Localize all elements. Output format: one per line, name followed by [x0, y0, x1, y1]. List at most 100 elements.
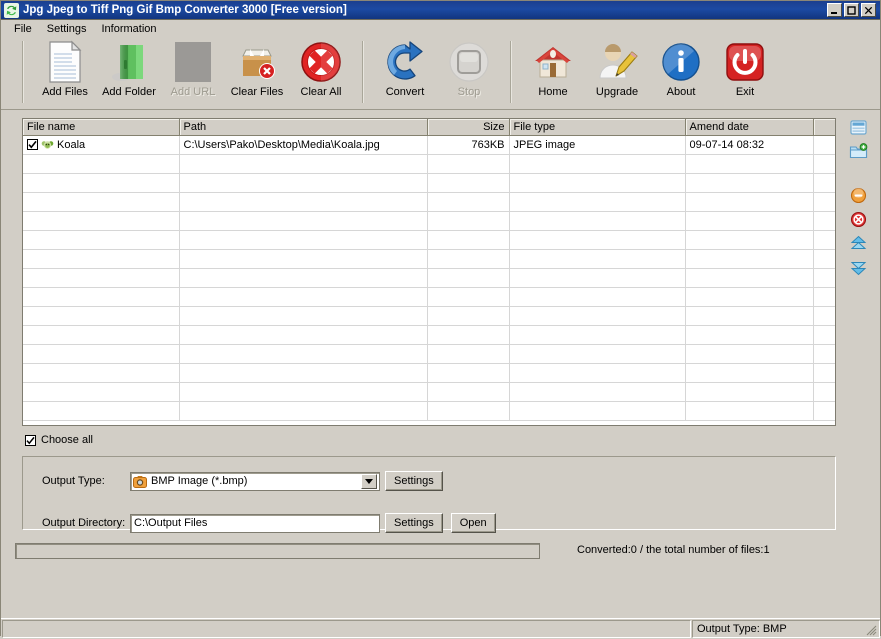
- maximize-icon[interactable]: [844, 3, 859, 17]
- toolbar-separator: [22, 41, 24, 103]
- output-type-row: Output Type: BMP Image (*.bmp) Settings: [42, 471, 443, 491]
- table-row: [23, 325, 835, 345]
- output-directory-row: Output Directory: C:\Output Files Settin…: [42, 513, 496, 533]
- column-header-size[interactable]: Size: [427, 119, 510, 136]
- choose-all-label: Choose all: [41, 434, 93, 446]
- window-list-icon[interactable]: [849, 118, 868, 137]
- cell-path: C:\Users\Pako\Desktop\Media\Koala.jpg: [179, 135, 428, 155]
- stop-button: Stop: [437, 39, 501, 98]
- choose-all-checkbox[interactable]: [25, 434, 36, 446]
- output-settings-panel: Output Type: BMP Image (*.bmp) Settings …: [22, 456, 836, 533]
- cell-spacer: [813, 135, 835, 155]
- cell-amend-date: 09-07-14 08:32: [685, 135, 814, 155]
- url-globe-icon: [173, 39, 213, 85]
- move-down-icon[interactable]: [849, 258, 868, 277]
- toolbar-separator: [510, 41, 512, 103]
- power-icon: [724, 39, 766, 85]
- close-icon[interactable]: [861, 3, 876, 17]
- convert-label: Convert: [385, 86, 425, 98]
- upgrade-button[interactable]: Upgrade: [585, 39, 649, 98]
- green-folder-icon: [108, 39, 150, 85]
- window-title: Jpg Jpeg to Tiff Png Gif Bmp Converter 3…: [23, 4, 347, 16]
- upgrade-label: Upgrade: [595, 86, 639, 98]
- minimize-icon[interactable]: [827, 3, 842, 17]
- info-circle-icon: [660, 39, 702, 85]
- output-type-value: BMP Image (*.bmp): [151, 475, 248, 487]
- exit-button[interactable]: Exit: [713, 39, 777, 98]
- file-list[interactable]: File name Path Size File type Amend date: [22, 118, 836, 426]
- main-content: File name Path Size File type Amend date: [1, 110, 880, 639]
- add-url-label: Add URL: [170, 86, 216, 98]
- exit-label: Exit: [735, 86, 755, 98]
- box-remove-icon: [236, 39, 278, 85]
- table-header-row: File name Path Size File type Amend date: [23, 119, 835, 136]
- choose-all-row[interactable]: Choose all: [25, 434, 93, 446]
- about-button[interactable]: About: [649, 39, 713, 98]
- add-files-button[interactable]: Add Files: [33, 39, 97, 98]
- table-row: [23, 306, 835, 326]
- cell-size: 763KB: [427, 135, 510, 155]
- table-row: [23, 382, 835, 402]
- conversion-progress-bar: [15, 543, 540, 559]
- column-header-spacer: [813, 119, 835, 136]
- column-header-path[interactable]: Path: [179, 119, 428, 136]
- orange-minus-icon[interactable]: [849, 186, 868, 205]
- toolbar: Add Files Add Folder Add URL Clear Files…: [1, 37, 880, 110]
- file-table: File name Path Size File type Amend date: [23, 119, 835, 421]
- clear-files-button[interactable]: Clear Files: [225, 39, 289, 98]
- column-header-file-type[interactable]: File type: [509, 119, 686, 136]
- red-cross-circle-icon: [300, 39, 342, 85]
- table-row: [23, 344, 835, 364]
- menu-item-settings[interactable]: Settings: [41, 22, 96, 36]
- status-left-panel: [2, 620, 691, 638]
- output-directory-open-button[interactable]: Open: [450, 513, 496, 533]
- convert-arrow-icon: [384, 39, 426, 85]
- table-row: [23, 363, 835, 383]
- file-name-text: Koala: [57, 138, 86, 151]
- folder-add-icon[interactable]: [849, 142, 868, 161]
- row-checkbox[interactable]: [27, 139, 38, 150]
- add-folder-label: Add Folder: [102, 86, 156, 98]
- status-output-type-panel: Output Type: BMP: [692, 620, 880, 638]
- stop-label: Stop: [457, 86, 481, 98]
- toolbar-separator: [362, 41, 364, 103]
- table-row: [23, 287, 835, 307]
- koala-thumbnail-icon: [41, 139, 54, 151]
- add-folder-button[interactable]: Add Folder: [97, 39, 161, 98]
- cell-file-type: JPEG image: [509, 135, 686, 155]
- column-header-file-name[interactable]: File name: [23, 119, 180, 136]
- output-type-combo[interactable]: BMP Image (*.bmp): [130, 471, 380, 491]
- clear-files-label: Clear Files: [230, 86, 284, 98]
- column-header-amend-date[interactable]: Amend date: [685, 119, 814, 136]
- home-button[interactable]: Home: [521, 39, 585, 98]
- about-label: About: [666, 86, 696, 98]
- output-directory-label: Output Directory:: [42, 517, 126, 529]
- convert-recycle-icon: [4, 2, 19, 18]
- stop-square-icon: [448, 39, 490, 85]
- table-body: Koala C:\Users\Pako\Desktop\Media\Koala.…: [23, 135, 835, 421]
- table-row[interactable]: Koala C:\Users\Pako\Desktop\Media\Koala.…: [23, 135, 835, 155]
- table-row: [23, 154, 835, 174]
- clear-all-label: Clear All: [300, 86, 342, 98]
- resize-grip-icon[interactable]: [865, 624, 877, 636]
- menu-item-file[interactable]: File: [8, 22, 41, 36]
- house-icon: [531, 39, 575, 85]
- table-row: [23, 249, 835, 269]
- status-output-type-text: Output Type: BMP: [697, 623, 787, 635]
- menu-item-information[interactable]: Information: [95, 22, 165, 36]
- output-type-settings-button[interactable]: Settings: [385, 471, 443, 491]
- chevron-down-icon[interactable]: [361, 473, 377, 489]
- side-toolbar: [844, 118, 872, 282]
- output-type-label: Output Type:: [42, 475, 105, 487]
- window-controls: [827, 3, 876, 17]
- red-delete-icon[interactable]: [849, 210, 868, 229]
- convert-button[interactable]: Convert: [373, 39, 437, 98]
- application-window: Jpg Jpeg to Tiff Png Gif Bmp Converter 3…: [0, 0, 881, 639]
- move-up-icon[interactable]: [849, 234, 868, 253]
- output-directory-settings-button[interactable]: Settings: [385, 513, 443, 533]
- output-directory-input[interactable]: C:\Output Files: [130, 513, 380, 533]
- clear-all-button[interactable]: Clear All: [289, 39, 353, 98]
- table-row: [23, 230, 835, 250]
- camera-icon: [133, 475, 147, 488]
- document-page-icon: [46, 39, 84, 85]
